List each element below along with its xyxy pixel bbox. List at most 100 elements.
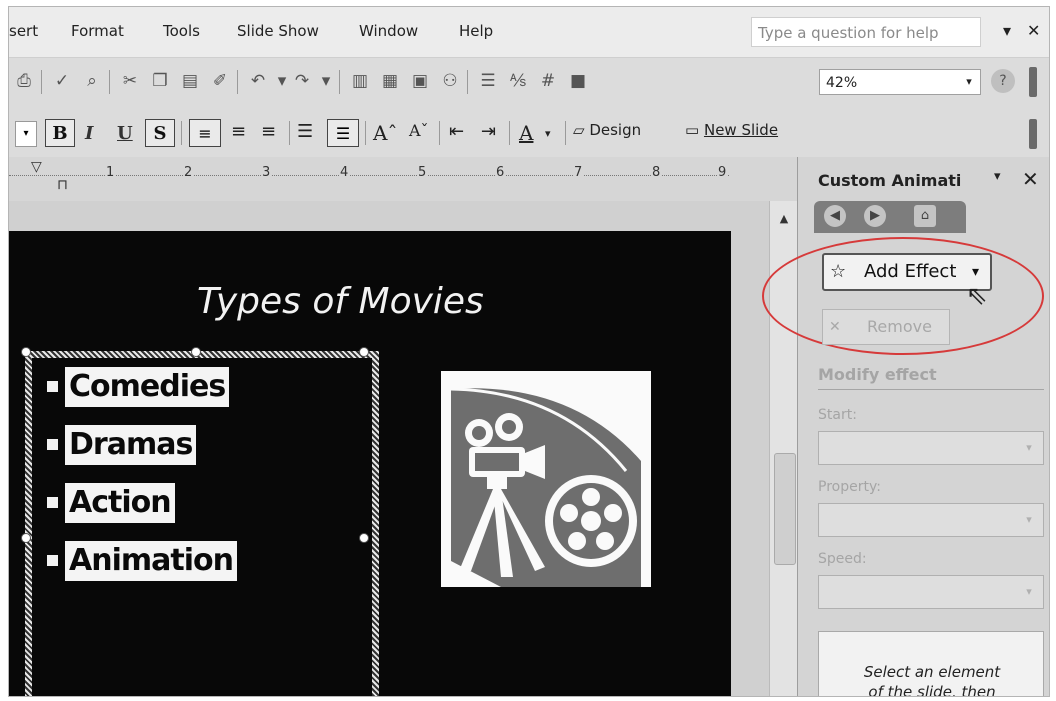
back-icon[interactable]: ◀: [824, 205, 846, 227]
bullets-button[interactable]: ☰: [327, 119, 359, 147]
menu-bar: sert Format Tools Slide Show Window Help…: [9, 7, 1049, 57]
decrease-indent-icon[interactable]: ⇤: [449, 121, 464, 142]
slide-canvas[interactable]: Types of Movies Comedies Dramas Action A…: [9, 231, 731, 696]
pane-close-icon[interactable]: ✕: [1022, 167, 1039, 191]
new-slide-button[interactable]: ▭ New Slide: [685, 121, 778, 139]
property-dropdown[interactable]: ▾: [818, 503, 1044, 537]
chevron-down-icon: ▾: [1026, 441, 1032, 454]
cut-icon[interactable]: ✂: [119, 70, 141, 92]
remove-button[interactable]: ✕ Remove: [822, 309, 950, 345]
instruction-line: Select an element: [863, 663, 1001, 681]
research-icon[interactable]: ⌕: [81, 70, 103, 92]
bullet-text: Action: [65, 483, 175, 523]
copy-icon[interactable]: ❐: [149, 70, 171, 92]
italic-button[interactable]: I: [85, 123, 93, 144]
bullet-text: Comedies: [65, 367, 230, 407]
design-button[interactable]: ▱ Design: [573, 121, 641, 139]
toolbar-separator: [339, 70, 340, 94]
center-align-icon[interactable]: ≡: [231, 121, 246, 142]
bullet-square-icon: [47, 497, 58, 508]
insert-table-icon[interactable]: ▦: [379, 70, 401, 92]
home-icon[interactable]: ⌂: [914, 205, 936, 227]
scroll-up-icon[interactable]: ▲: [774, 209, 794, 229]
instruction-line: of the slide, then: [868, 683, 996, 697]
menu-window[interactable]: Window: [359, 22, 418, 40]
format-painter-icon[interactable]: ✐: [209, 70, 231, 92]
movie-camera-clip-art[interactable]: [441, 371, 651, 587]
color-grayscale-icon[interactable]: ■: [567, 70, 589, 92]
indent-marker-icon[interactable]: ▽: [31, 159, 42, 175]
resize-handle[interactable]: [191, 347, 201, 357]
start-label: Start:: [818, 407, 857, 423]
decrease-font-size-icon[interactable]: Aˇ: [409, 121, 429, 140]
ruler-tick: 4: [339, 165, 350, 180]
print-preview-icon[interactable]: ⎙: [13, 70, 35, 92]
help-search-input[interactable]: Type a question for help: [751, 17, 981, 47]
zoom-dropdown-icon[interactable]: ▾: [957, 69, 981, 95]
resize-handle[interactable]: [21, 533, 31, 543]
increase-indent-icon[interactable]: ⇥: [481, 121, 496, 142]
ruler-tick: 9: [717, 165, 728, 180]
resize-handle[interactable]: [359, 533, 369, 543]
menu-format[interactable]: Format: [71, 22, 124, 40]
speed-dropdown[interactable]: ▾: [818, 575, 1044, 609]
resize-handle[interactable]: [359, 347, 369, 357]
undo-icon[interactable]: ↶: [247, 70, 269, 92]
help-icon[interactable]: ?: [991, 69, 1015, 93]
chevron-down-icon: ▾: [1026, 585, 1032, 598]
show-formatting-icon[interactable]: ⅍: [507, 70, 529, 92]
toolbar-separator: [181, 121, 182, 145]
increase-font-size-icon[interactable]: Aˆ: [373, 121, 397, 145]
spelling-icon[interactable]: ✓: [51, 70, 73, 92]
toolbar-separator: [565, 121, 566, 145]
align-left-button[interactable]: ≡: [189, 119, 221, 147]
menu-help[interactable]: Help: [459, 22, 493, 40]
menu-tools[interactable]: Tools: [163, 22, 200, 40]
toolbar-options-grip[interactable]: [1029, 67, 1037, 97]
toolbar-separator: [509, 121, 510, 145]
underline-button[interactable]: U: [117, 123, 133, 144]
pane-menu-icon[interactable]: ▾: [994, 169, 1001, 184]
instruction-text: Select an element of the slide, then: [819, 662, 1045, 697]
font-color-icon[interactable]: A: [519, 121, 533, 145]
shadow-button[interactable]: S: [145, 119, 175, 147]
numbering-icon[interactable]: ☰: [297, 121, 313, 142]
redo-dropdown-icon[interactable]: ▾: [315, 70, 337, 92]
design-icon: ▱: [573, 121, 585, 139]
bold-button[interactable]: B: [45, 119, 75, 147]
font-color-dropdown-icon[interactable]: ▾: [545, 127, 551, 140]
pane-title: Custom Animati: [818, 171, 962, 190]
animation-list-box[interactable]: Select an element of the slide, then: [818, 631, 1045, 697]
hanging-indent-marker-icon[interactable]: ⊓: [57, 177, 68, 193]
new-slide-label: New Slide: [703, 121, 779, 139]
toolbar-options-grip[interactable]: [1029, 119, 1037, 149]
menu-insert[interactable]: sert: [9, 22, 38, 40]
show-grid-icon[interactable]: #: [537, 70, 559, 92]
slide-title[interactable]: Types of Movies: [197, 281, 484, 322]
align-right-icon[interactable]: ≡: [261, 121, 276, 142]
speed-label: Speed:: [818, 551, 867, 567]
undo-dropdown-icon[interactable]: ▾: [271, 70, 293, 92]
resize-handle[interactable]: [21, 347, 31, 357]
close-document-icon[interactable]: ✕: [1027, 21, 1040, 40]
insert-chart-icon[interactable]: ▥: [349, 70, 371, 92]
horizontal-ruler: ▽ ⊓ 1 2 3 4 5 6 7 8 9: [9, 157, 799, 202]
toolbar-separator: [109, 70, 110, 94]
start-dropdown[interactable]: ▾: [818, 431, 1044, 465]
insert-hyperlink-icon[interactable]: ⚇: [439, 70, 461, 92]
expand-all-icon[interactable]: ☰: [477, 70, 499, 92]
help-dropdown-icon[interactable]: ▾: [1003, 21, 1011, 40]
custom-animation-task-pane: Custom Animati ▾ ✕ ◀ ▶ ⌂ ☆ Add Effect ▾ …: [762, 157, 1049, 697]
pane-navigation-bar: ◀ ▶ ⌂: [814, 201, 966, 233]
redo-icon[interactable]: ↷: [291, 70, 313, 92]
font-size-dropdown-icon[interactable]: ▾: [15, 121, 37, 147]
scroll-thumb[interactable]: [774, 453, 796, 565]
toolbar-separator: [467, 70, 468, 94]
ruler-tick: 1: [105, 165, 116, 180]
paste-icon[interactable]: ▤: [179, 70, 201, 92]
menu-slide-show[interactable]: Slide Show: [237, 22, 319, 40]
mouse-pointer-icon: ⇖: [966, 281, 988, 311]
tables-and-borders-icon[interactable]: ▣: [409, 70, 431, 92]
forward-icon[interactable]: ▶: [864, 205, 886, 227]
design-label: Design: [589, 121, 642, 139]
